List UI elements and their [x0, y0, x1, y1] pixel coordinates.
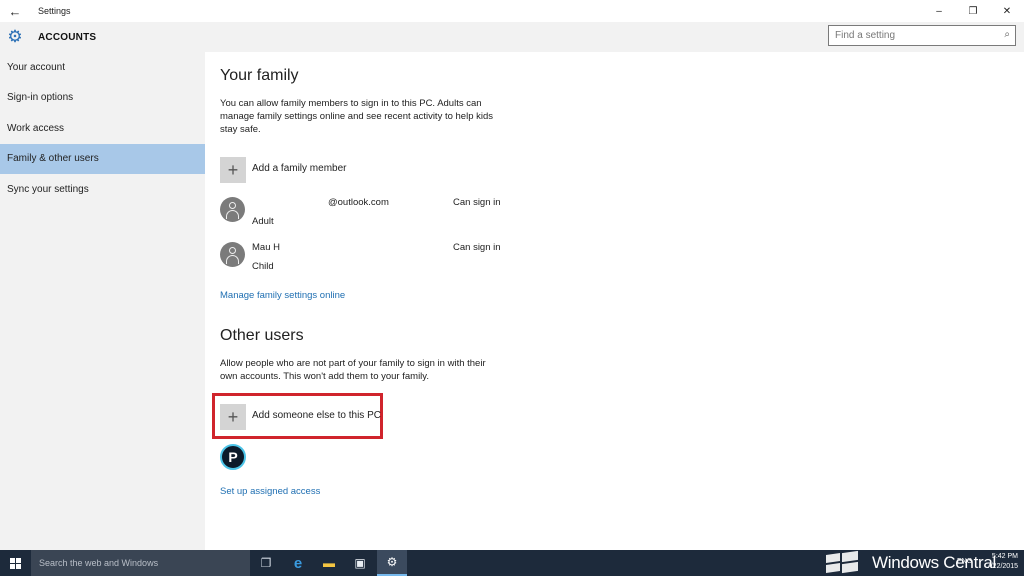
plus-icon: +	[220, 157, 246, 183]
nav-item-sync-settings[interactable]: Sync your settings	[0, 174, 205, 205]
nav-item-your-account[interactable]: Your account	[0, 52, 205, 83]
windows-logo-icon	[10, 557, 21, 569]
watermark-text: Windows Central	[872, 553, 996, 572]
language-indicator[interactable]: ENG	[957, 558, 972, 565]
clock[interactable]: 5:42 PM 7/22/2015	[987, 552, 1018, 572]
store-icon[interactable]: ▣	[345, 550, 375, 576]
sidebar-header: ⚙ ACCOUNTS	[0, 22, 205, 52]
assigned-access-link[interactable]: Set up assigned access	[220, 486, 320, 497]
nav-item-family-other-users[interactable]: Family & other users	[0, 143, 205, 174]
plus-icon: +	[220, 404, 246, 430]
member-role: Child	[252, 261, 274, 272]
member-status: Can sign in	[453, 242, 501, 253]
user-avatar-icon	[220, 197, 245, 222]
edge-browser-icon[interactable]: e	[283, 550, 313, 576]
user-avatar-icon	[220, 242, 245, 267]
other-users-description: Allow people who are not part of your fa…	[220, 358, 486, 382]
nav-list: Your account Sign-in options Work access…	[0, 52, 205, 205]
taskbar-search-input[interactable]: Search the web and Windows	[31, 550, 250, 576]
window-title: Settings	[38, 6, 71, 16]
manage-family-link[interactable]: Manage family settings online	[220, 290, 345, 301]
member-name: @outlook.com	[328, 197, 389, 208]
sidebar-title: ACCOUNTS	[38, 31, 97, 43]
other-user-avatar[interactable]: P	[220, 444, 246, 470]
clock-time: 5:42 PM	[991, 553, 1018, 560]
windows-central-logo-icon	[822, 550, 862, 575]
minimize-button[interactable]: –	[922, 0, 956, 22]
search-placeholder: Find a setting	[835, 30, 896, 41]
task-view-icon[interactable]: ❐	[251, 550, 281, 576]
maximize-button[interactable]: ❐	[956, 0, 990, 22]
title-bar: ← Settings – ❐ ✕	[0, 0, 1024, 22]
file-explorer-icon[interactable]: ▬	[314, 550, 344, 576]
start-button[interactable]	[0, 550, 31, 576]
add-someone-else-label: Add someone else to this PC	[252, 409, 381, 421]
sidebar: ⚙ ACCOUNTS Your account Sign-in options …	[0, 22, 205, 550]
settings-taskbar-icon[interactable]: ⚙	[377, 550, 407, 576]
close-button[interactable]: ✕	[990, 0, 1024, 22]
family-member-row[interactable]: Mau H Can sign in Child	[220, 242, 520, 282]
top-strip: Find a setting ⌕	[205, 22, 1024, 52]
member-name: Mau H	[252, 242, 280, 253]
add-family-member-button[interactable]: + Add a family member	[220, 157, 346, 183]
member-status: Can sign in	[453, 197, 501, 208]
window-controls: – ❐ ✕	[922, 0, 1024, 22]
search-input[interactable]: Find a setting ⌕	[828, 25, 1016, 46]
gear-icon: ⚙	[7, 27, 23, 46]
other-users-title: Other users	[220, 327, 304, 344]
add-family-member-label: Add a family member	[252, 162, 347, 174]
search-icon[interactable]: ⌕	[1004, 29, 1010, 40]
family-member-row[interactable]: @outlook.com Can sign in Adult	[220, 197, 520, 237]
family-description: You can allow family members to sign in …	[220, 98, 494, 135]
nav-item-work-access[interactable]: Work access	[0, 113, 205, 144]
back-arrow-icon[interactable]: ←	[0, 4, 30, 19]
member-role: Adult	[252, 216, 274, 227]
family-title: Your family	[220, 67, 299, 84]
clock-date: 7/22/2015	[986, 563, 1018, 570]
nav-item-sign-in-options[interactable]: Sign-in options	[0, 83, 205, 114]
taskbar: Search the web and Windows ❐ e ▬ ▣ ⚙ Win…	[0, 550, 1024, 576]
add-someone-else-button[interactable]: + Add someone else to this PC	[220, 404, 381, 430]
